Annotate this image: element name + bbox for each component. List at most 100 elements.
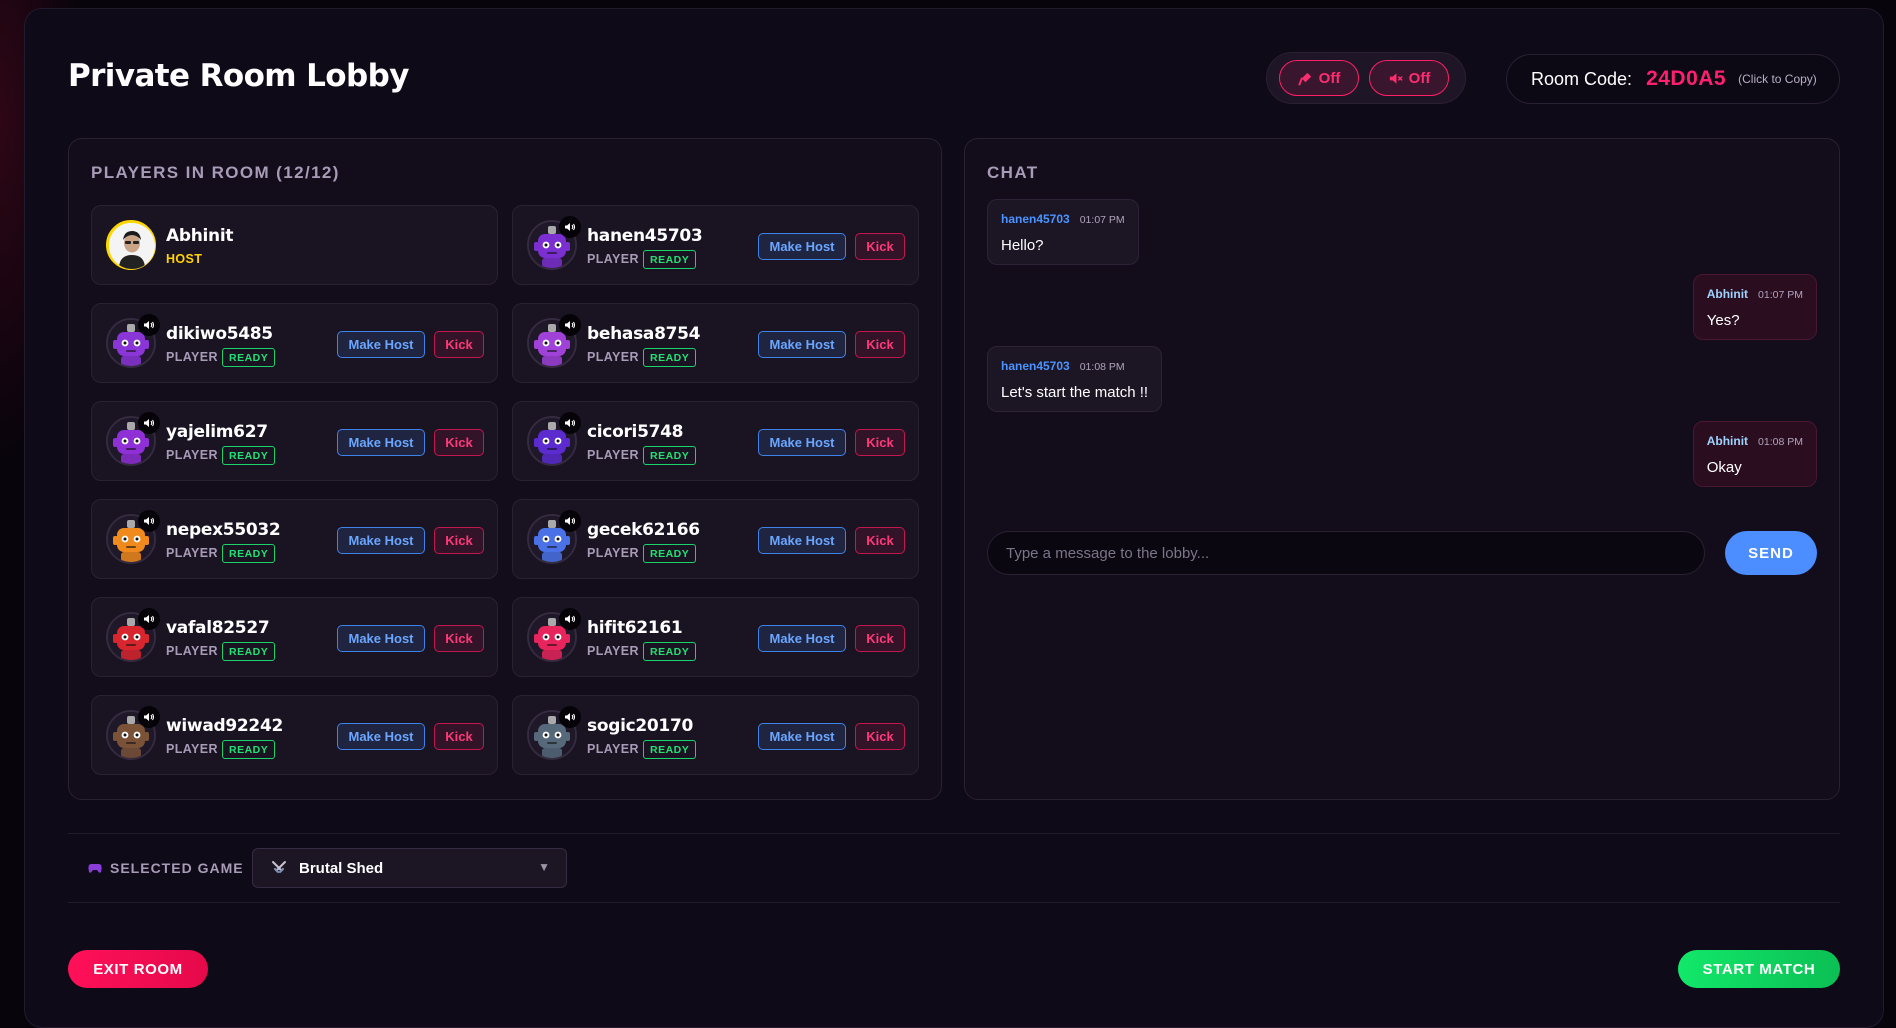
player-role: PLAYER xyxy=(587,350,639,364)
player-name: wiwad92242 xyxy=(166,716,284,736)
make-host-button[interactable]: Make Host xyxy=(337,429,425,456)
player-role: PLAYER xyxy=(587,546,639,560)
make-host-button[interactable]: Make Host xyxy=(758,625,846,652)
speaker-icon xyxy=(138,412,160,434)
make-host-button[interactable]: Make Host xyxy=(758,331,846,358)
speaker-icon xyxy=(559,706,581,728)
player-name: nepex55032 xyxy=(166,520,281,540)
player-card: cicori5748 PLAYER READY Make Host Kick xyxy=(512,401,919,481)
player-card: hifit62161 PLAYER READY Make Host Kick xyxy=(512,597,919,677)
make-host-button[interactable]: Make Host xyxy=(758,429,846,456)
chat-panel-title: CHAT xyxy=(987,163,1039,182)
page-title: Private Room Lobby xyxy=(68,58,409,94)
player-avatar xyxy=(527,510,581,564)
players-panel: PLAYERS IN ROOM (12/12) Abhinit HOST hanen… xyxy=(68,138,942,800)
ready-badge: READY xyxy=(222,544,276,563)
ready-badge: READY xyxy=(643,348,697,367)
kick-button[interactable]: Kick xyxy=(434,723,484,750)
player-card: gecek62166 PLAYER READY Make Host Kick xyxy=(512,499,919,579)
player-name: vafal82527 xyxy=(166,618,270,638)
kick-button[interactable]: Kick xyxy=(855,233,905,260)
player-name: hifit62161 xyxy=(587,618,683,638)
player-role: PLAYER xyxy=(166,546,218,560)
speaker-icon xyxy=(138,706,160,728)
speaker-icon xyxy=(138,510,160,532)
crossed-swords-icon xyxy=(272,861,286,874)
speaker-icon xyxy=(559,608,581,630)
player-avatar xyxy=(527,706,581,760)
make-host-button[interactable]: Make Host xyxy=(337,723,425,750)
ready-badge: READY xyxy=(643,544,697,563)
chat-message-author: hanen45703 xyxy=(1001,359,1070,373)
players-panel-title: PLAYERS IN ROOM (12/12) xyxy=(91,163,340,182)
ready-badge: READY xyxy=(643,446,697,465)
chat-message: hanen45703 01:07 PM Hello? xyxy=(987,199,1139,265)
ready-badge: READY xyxy=(222,446,276,465)
player-avatar xyxy=(106,220,156,270)
player-card: sogic20170 PLAYER READY Make Host Kick xyxy=(512,695,919,775)
player-name: yajelim627 xyxy=(166,422,268,442)
player-card: nepex55032 PLAYER READY Make Host Kick xyxy=(91,499,498,579)
chat-message-text: Let's start the match !! xyxy=(1001,384,1149,401)
kick-button[interactable]: Kick xyxy=(855,527,905,554)
chat-message: Abhinit 01:07 PM Yes? xyxy=(1692,274,1817,340)
kick-button[interactable]: Kick xyxy=(855,331,905,358)
send-button[interactable]: SEND xyxy=(1725,531,1817,575)
player-avatar xyxy=(527,412,581,466)
chat-message-text: Yes? xyxy=(1706,312,1740,329)
make-host-button[interactable]: Make Host xyxy=(337,331,425,358)
gamepad-icon xyxy=(88,864,102,873)
player-name: behasa8754 xyxy=(587,324,701,344)
chat-message-author: Abhinit xyxy=(1706,434,1749,448)
player-avatar xyxy=(106,314,160,368)
kick-button[interactable]: Kick xyxy=(434,331,484,358)
ready-badge: READY xyxy=(643,250,697,269)
start-match-button[interactable]: START MATCH xyxy=(1678,950,1840,988)
room-code-copy-button[interactable]: Room Code: 24D0A5 (Click to Copy) xyxy=(1506,54,1840,104)
mic-toggle-button[interactable]: Off xyxy=(1279,60,1359,96)
chat-message-time: 01:08 PM xyxy=(1758,436,1803,448)
chat-message-text: Okay xyxy=(1706,459,1742,476)
make-host-button[interactable]: Make Host xyxy=(758,233,846,260)
chat-message-input[interactable] xyxy=(987,531,1705,575)
kick-button[interactable]: Kick xyxy=(434,625,484,652)
player-avatar xyxy=(527,608,581,662)
chevron-down-icon: ▼ xyxy=(538,860,550,874)
speaker-icon xyxy=(559,412,581,434)
player-role: PLAYER xyxy=(587,644,639,658)
kick-button[interactable]: Kick xyxy=(855,723,905,750)
chat-message-time: 01:07 PM xyxy=(1079,214,1125,226)
game-select-dropdown[interactable]: Brutal Shed ▼ xyxy=(252,848,567,888)
player-card: behasa8754 PLAYER READY Make Host Kick xyxy=(512,303,919,383)
player-name: cicori5748 xyxy=(587,422,684,442)
player-card: vafal82527 PLAYER READY Make Host Kick xyxy=(91,597,498,677)
speaker-toggle-button[interactable]: Off xyxy=(1369,60,1449,96)
chat-message-time: 01:08 PM xyxy=(1079,361,1125,373)
chat-message: Abhinit 01:08 PM Okay xyxy=(1692,421,1817,487)
kick-button[interactable]: Kick xyxy=(855,625,905,652)
player-role: PLAYER xyxy=(587,252,639,266)
make-host-button[interactable]: Make Host xyxy=(337,625,425,652)
player-avatar xyxy=(106,510,160,564)
chat-message-author: Abhinit xyxy=(1706,287,1749,301)
player-name: gecek62166 xyxy=(587,520,700,540)
make-host-button[interactable]: Make Host xyxy=(758,723,846,750)
selected-game-label-text: SELECTED GAME xyxy=(110,860,244,876)
player-name: dikiwo5485 xyxy=(166,324,273,344)
speaker-icon xyxy=(138,608,160,630)
player-card: wiwad92242 PLAYER READY Make Host Kick xyxy=(91,695,498,775)
player-role: PLAYER xyxy=(587,448,639,462)
make-host-button[interactable]: Make Host xyxy=(758,527,846,554)
selected-game-name: Brutal Shed xyxy=(299,859,384,877)
speaker-toggle-label: Off xyxy=(1408,69,1431,87)
exit-room-button[interactable]: EXIT ROOM xyxy=(68,950,208,988)
kick-button[interactable]: Kick xyxy=(855,429,905,456)
player-avatar xyxy=(106,706,160,760)
room-code-label: Room Code: xyxy=(1531,68,1633,89)
divider-bottom xyxy=(68,902,1840,903)
player-role: PLAYER xyxy=(166,448,218,462)
make-host-button[interactable]: Make Host xyxy=(337,527,425,554)
room-code-value: 24D0A5 xyxy=(1646,67,1727,90)
kick-button[interactable]: Kick xyxy=(434,527,484,554)
kick-button[interactable]: Kick xyxy=(434,429,484,456)
